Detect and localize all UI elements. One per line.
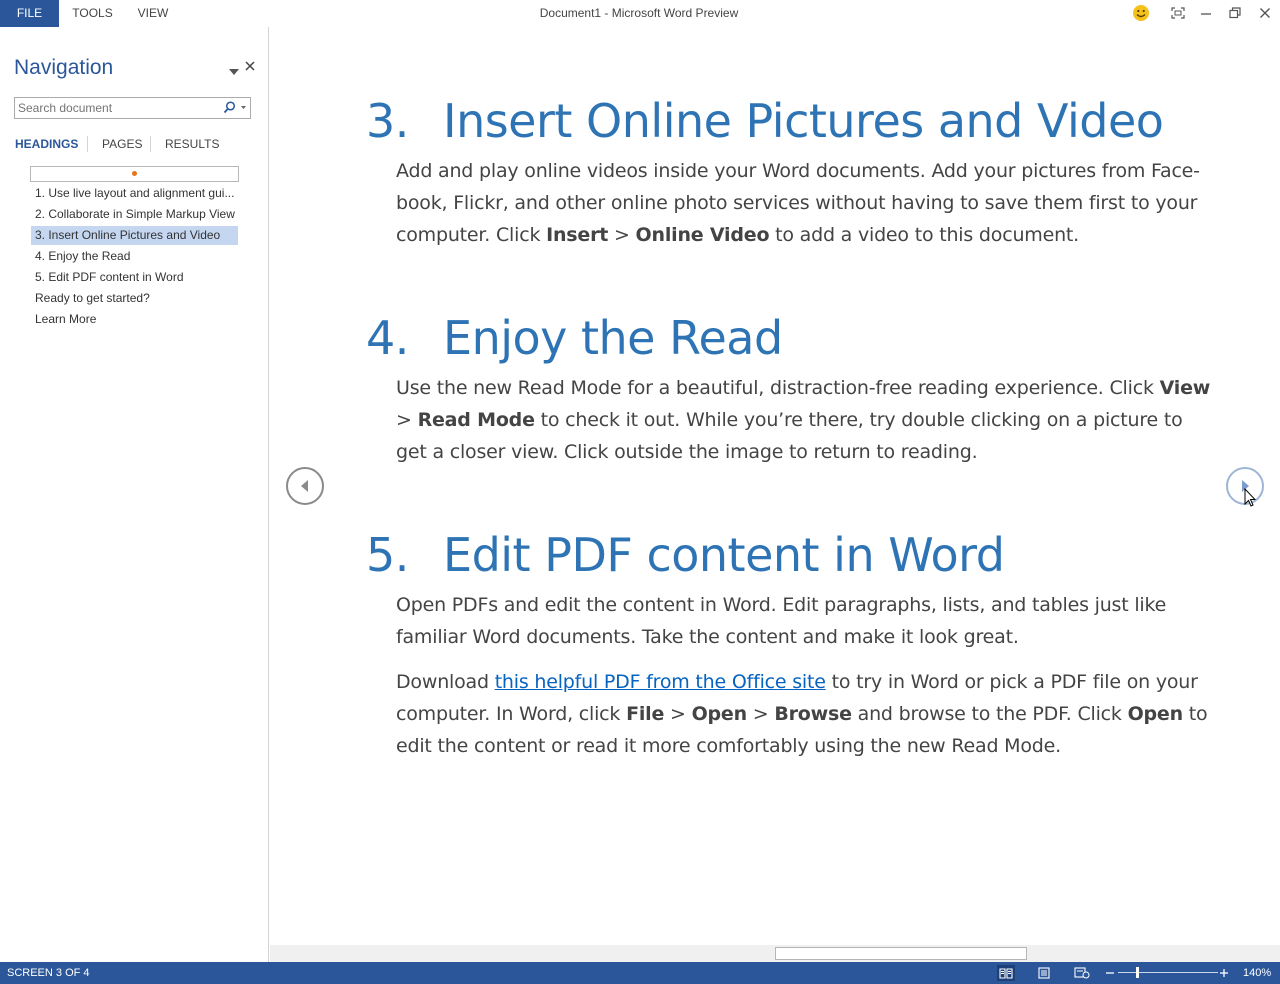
paragraph-bold: Read Mode	[417, 409, 535, 431]
section-paragraph: Open PDFs and edit the content in Word. …	[396, 589, 1211, 653]
zoom-out-icon[interactable]	[1101, 965, 1119, 981]
web-layout-icon[interactable]	[1073, 965, 1091, 981]
restore-icon[interactable]	[1224, 3, 1246, 23]
paragraph-text: >	[664, 703, 692, 725]
nav-heading-3[interactable]: 3. Insert Online Pictures and Video	[31, 226, 238, 245]
document-position-bar[interactable]	[30, 166, 239, 182]
status-bar: SCREEN 3 OF 4 140%	[0, 962, 1280, 984]
heading-number: 4.	[366, 311, 409, 365]
paragraph-bold: View	[1159, 377, 1211, 399]
title-bar: Document1 - Microsoft Word Preview FILE …	[0, 0, 1280, 27]
nav-heading-2[interactable]: 2. Collaborate in Simple Markup View	[31, 205, 238, 224]
zoom-in-icon[interactable]	[1215, 965, 1233, 981]
paragraph-text: >	[396, 409, 418, 431]
arrow-left-icon	[301, 480, 308, 492]
paragraph-text: Open PDFs and edit the content in Word. …	[396, 594, 1167, 648]
paragraph-text: >	[608, 224, 636, 246]
heading-number: 3.	[366, 94, 409, 148]
navigation-title: Navigation	[14, 56, 114, 79]
zoom-slider-thumb[interactable]	[1136, 967, 1139, 978]
tab-pages[interactable]: PAGES	[102, 137, 142, 151]
close-icon[interactable]	[1254, 3, 1276, 23]
full-screen-icon[interactable]	[1167, 3, 1189, 23]
paragraph-bold: File	[626, 703, 665, 725]
position-marker	[132, 171, 137, 176]
menu-file[interactable]: FILE	[0, 0, 59, 27]
window-title: Document1 - Microsoft Word Preview	[539, 6, 739, 20]
paragraph-bold: Insert	[546, 224, 609, 246]
horizontal-scrollbar[interactable]	[270, 945, 1280, 962]
paragraph-bold: Open	[691, 703, 748, 725]
paragraph-text: and browse to the PDF. Click	[851, 703, 1128, 725]
paragraph-text: Download	[396, 671, 495, 693]
scrollbar-thumb[interactable]	[775, 947, 1027, 960]
nav-heading-learn-more[interactable]: Learn More	[31, 310, 238, 329]
zoom-level[interactable]: 140%	[1243, 967, 1271, 979]
search-icon	[223, 101, 246, 114]
smiley-feedback-icon[interactable]	[1130, 3, 1152, 23]
read-mode-icon[interactable]	[997, 965, 1015, 981]
screen-indicator: SCREEN 3 OF 4	[7, 967, 90, 979]
search-button[interactable]	[219, 101, 249, 115]
document-page: 3. Insert Online Pictures and Video Add …	[270, 27, 1280, 945]
heading-number: 5.	[366, 528, 409, 582]
nav-heading-1[interactable]: 1. Use live layout and alignment gui...	[31, 184, 238, 203]
paragraph-bold: Open	[1127, 703, 1184, 725]
heading-title: Enjoy the Read	[443, 311, 783, 365]
tab-divider	[150, 136, 151, 152]
paragraph-text: >	[746, 703, 775, 725]
previous-screen-button[interactable]	[286, 467, 324, 505]
nav-heading-5[interactable]: 5. Edit PDF content in Word	[31, 268, 238, 287]
paragraph-text: to add a video to this document.	[769, 224, 1080, 246]
office-pdf-link[interactable]: this helpful PDF from the Office site	[495, 671, 826, 693]
heading-title: Edit PDF content in Word	[443, 528, 1005, 582]
heading-title: Insert Online Pictures and Video	[443, 94, 1164, 148]
paragraph-bold: Browse	[774, 703, 852, 725]
mouse-cursor-icon	[1244, 487, 1257, 512]
menu-view[interactable]: VIEW	[126, 0, 180, 27]
section-paragraph: Add and play online videos inside your W…	[396, 155, 1211, 251]
paragraph-bold: Online Video	[635, 224, 770, 246]
menu-tools[interactable]: TOOLS	[59, 0, 126, 27]
navigation-pane: Navigation HEADINGS PAGES RESULTS 1. Use…	[0, 27, 269, 962]
section-paragraph: Use the new Read Mode for a beautiful, d…	[396, 372, 1211, 468]
section-paragraph: Download this helpful PDF from the Offic…	[396, 666, 1211, 762]
tab-divider	[87, 136, 88, 152]
nav-heading-4[interactable]: 4. Enjoy the Read	[31, 247, 238, 266]
close-pane-icon[interactable]	[245, 58, 255, 74]
search-box	[14, 97, 251, 119]
minimize-icon[interactable]	[1195, 3, 1217, 23]
tab-headings[interactable]: HEADINGS	[15, 137, 78, 151]
pane-options-icon[interactable]	[229, 62, 239, 80]
print-layout-icon[interactable]	[1035, 965, 1053, 981]
paragraph-text: Use the new Read Mode for a beautiful, d…	[396, 377, 1160, 399]
zoom-slider[interactable]	[1118, 972, 1218, 973]
search-input[interactable]	[15, 98, 215, 118]
nav-heading-ready[interactable]: Ready to get started?	[31, 289, 238, 308]
tab-results[interactable]: RESULTS	[165, 137, 219, 151]
